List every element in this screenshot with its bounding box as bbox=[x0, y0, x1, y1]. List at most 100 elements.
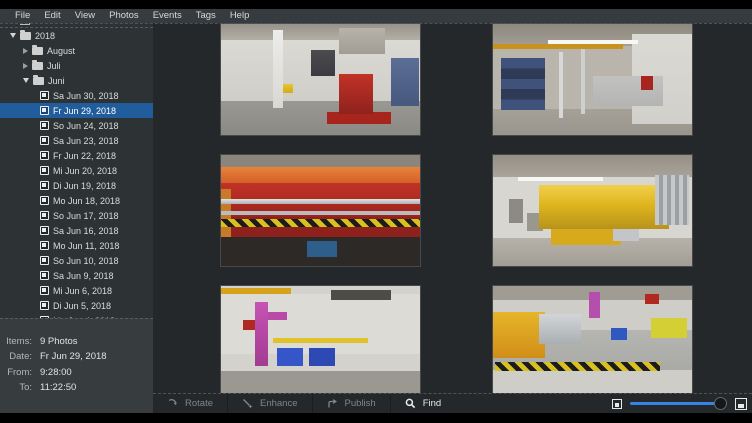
sidebar-item-month-august[interactable]: August bbox=[0, 43, 153, 58]
tree-label: Sa Jun 16, 2018 bbox=[53, 226, 119, 236]
expander-expanded-icon[interactable] bbox=[10, 33, 16, 38]
tree-label: So Jun 10, 2018 bbox=[53, 256, 119, 266]
sidebar-item-event-jun-17[interactable]: So Jun 17, 2018 bbox=[0, 208, 153, 223]
menu-events[interactable]: Events bbox=[146, 9, 189, 23]
tree-label: Di Jun 19, 2018 bbox=[53, 181, 116, 191]
event-photo-icon bbox=[40, 166, 49, 175]
zoom-large-icon[interactable] bbox=[735, 398, 747, 410]
info-label: Items: bbox=[0, 334, 32, 349]
sidebar-item-event-jun-10[interactable]: So Jun 10, 2018 bbox=[0, 253, 153, 268]
event-photo-icon bbox=[40, 211, 49, 220]
enhance-wand-icon bbox=[242, 398, 253, 409]
find-button[interactable]: Find bbox=[390, 394, 455, 413]
info-row-items: Items: 9 Photos bbox=[0, 334, 153, 349]
publish-button[interactable]: Publish bbox=[312, 394, 390, 413]
tree-label: Sa Jun 23, 2018 bbox=[53, 136, 119, 146]
enhance-button[interactable]: Enhance bbox=[227, 394, 312, 413]
sidebar-item-month-juni[interactable]: Juni bbox=[0, 73, 153, 88]
event-photo-icon bbox=[40, 106, 49, 115]
event-photo-icon bbox=[40, 181, 49, 190]
event-photo-icon bbox=[40, 196, 49, 205]
menu-file[interactable]: File bbox=[8, 9, 37, 23]
event-photo-icon bbox=[40, 256, 49, 265]
menu-help[interactable]: Help bbox=[223, 9, 257, 23]
info-value: Fr Jun 29, 2018 bbox=[40, 349, 107, 364]
folder-icon bbox=[32, 62, 43, 70]
menu-tags[interactable]: Tags bbox=[189, 9, 223, 23]
tree-label: 2018 bbox=[35, 31, 55, 41]
sidebar-item-event-jun-30[interactable]: Sa Jun 30, 2018 bbox=[0, 88, 153, 103]
photo-grid bbox=[153, 23, 752, 393]
tree-label: Mo Jun 11, 2018 bbox=[53, 241, 119, 251]
zoom-slider-handle[interactable] bbox=[714, 397, 727, 410]
sidebar-item-event-jun-20[interactable]: Mi Jun 20, 2018 bbox=[0, 163, 153, 178]
rotate-label: Rotate bbox=[185, 394, 213, 414]
tree-label: Juli bbox=[47, 61, 61, 71]
publish-label: Publish bbox=[345, 394, 376, 414]
event-photo-icon bbox=[40, 91, 49, 100]
folder-icon bbox=[32, 47, 43, 55]
event-photo-icon bbox=[40, 226, 49, 235]
expander-collapsed-icon[interactable] bbox=[23, 63, 28, 69]
event-photo-icon bbox=[40, 286, 49, 295]
menu-bar: File Edit View Photos Events Tags Help bbox=[0, 9, 752, 23]
sidebar-item-event-jun-5[interactable]: Di Jun 5, 2018 bbox=[0, 298, 153, 313]
menu-view[interactable]: View bbox=[68, 9, 102, 23]
expander-expanded-icon[interactable] bbox=[23, 78, 29, 83]
zoom-slider[interactable] bbox=[630, 402, 727, 405]
publish-share-icon bbox=[327, 398, 338, 409]
photo-thumbnail[interactable] bbox=[493, 155, 692, 266]
enhance-label: Enhance bbox=[260, 394, 298, 414]
info-value: 11:22:50 bbox=[40, 380, 76, 395]
event-photo-icon bbox=[40, 121, 49, 130]
tree-label: Mi Jun 20, 2018 bbox=[53, 166, 117, 176]
event-photo-icon bbox=[40, 241, 49, 250]
sidebar-item-event-jun-24[interactable]: So Jun 24, 2018 bbox=[0, 118, 153, 133]
expander-collapsed-icon[interactable] bbox=[23, 48, 28, 54]
photo-thumbnail[interactable] bbox=[221, 155, 420, 266]
sidebar-item-event-jun-16[interactable]: Sa Jun 16, 2018 bbox=[0, 223, 153, 238]
tree-label: Fr Jun 29, 2018 bbox=[53, 106, 116, 116]
zoom-small-icon[interactable] bbox=[612, 399, 622, 409]
tree-label: Mo Jun 18, 2018 bbox=[53, 196, 120, 206]
menu-edit[interactable]: Edit bbox=[37, 9, 67, 23]
tree-label: Mi Jun 6, 2018 bbox=[53, 286, 112, 296]
sidebar-item-event-jun-18[interactable]: Mo Jun 18, 2018 bbox=[0, 193, 153, 208]
sidebar-item-event-jun-22[interactable]: Fr Jun 22, 2018 bbox=[0, 148, 153, 163]
sidebar-item-event-jun-9[interactable]: Sa Jun 9, 2018 bbox=[0, 268, 153, 283]
info-row-from: From: 9:28:00 bbox=[0, 365, 153, 380]
photo-thumbnail[interactable] bbox=[221, 24, 420, 135]
pane-top-dashed-divider bbox=[0, 23, 752, 24]
tree-label: Di Jun 5, 2018 bbox=[53, 301, 111, 311]
info-label: Date: bbox=[0, 349, 32, 364]
search-icon bbox=[405, 398, 416, 409]
sidebar-item-month-juli[interactable]: Juli bbox=[0, 58, 153, 73]
bottom-toolbar: Rotate Enhance Publish Find bbox=[153, 393, 752, 413]
info-label: From: bbox=[0, 365, 32, 380]
find-label: Find bbox=[423, 394, 441, 414]
tree-label: August bbox=[47, 46, 75, 56]
folder-icon bbox=[20, 32, 31, 40]
sidebar-item-event-jun-29-selected[interactable]: Fr Jun 29, 2018 bbox=[0, 103, 153, 118]
rotate-icon bbox=[167, 398, 178, 409]
menu-photos[interactable]: Photos bbox=[102, 9, 146, 23]
photo-thumbnail[interactable] bbox=[221, 286, 420, 393]
info-row-date: Date: Fr Jun 29, 2018 bbox=[0, 349, 153, 364]
sidebar-item-event-jun-19[interactable]: Di Jun 19, 2018 bbox=[0, 178, 153, 193]
sidebar-item-year-2018[interactable]: 2018 bbox=[0, 28, 153, 43]
event-photo-icon bbox=[40, 151, 49, 160]
sidebar-item-event-jun-23[interactable]: Sa Jun 23, 2018 bbox=[0, 133, 153, 148]
photo-thumbnail[interactable] bbox=[493, 24, 692, 135]
info-label: To: bbox=[0, 380, 32, 395]
event-info-panel: Items: 9 Photos Date: Fr Jun 29, 2018 Fr… bbox=[0, 318, 153, 413]
event-photo-icon bbox=[40, 301, 49, 310]
sidebar-item-event-jun-6[interactable]: Mi Jun 6, 2018 bbox=[0, 283, 153, 298]
tree-label: So Jun 24, 2018 bbox=[53, 121, 119, 131]
rotate-button[interactable]: Rotate bbox=[153, 394, 227, 413]
event-photo-icon bbox=[40, 271, 49, 280]
sidebar-item-event-jun-11[interactable]: Mo Jun 11, 2018 bbox=[0, 238, 153, 253]
photo-thumbnail[interactable] bbox=[493, 286, 692, 393]
photo-manager-window: File Edit View Photos Events Tags Help A… bbox=[0, 0, 752, 423]
info-value: 9:28:00 bbox=[40, 365, 72, 380]
tree-label: Fr Jun 22, 2018 bbox=[53, 151, 116, 161]
